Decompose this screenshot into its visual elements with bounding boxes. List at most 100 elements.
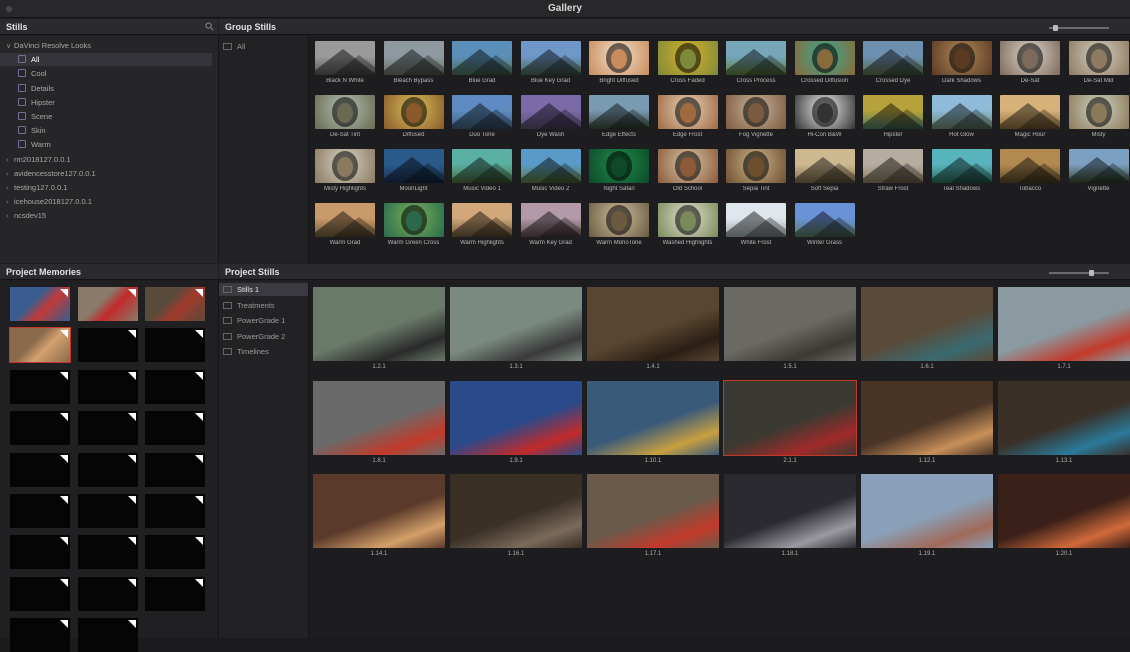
- look-thumbnail[interactable]: Sepia Tint: [724, 149, 788, 197]
- chevron-right-icon[interactable]: ›: [6, 182, 14, 195]
- look-thumbnail[interactable]: Vignette: [1067, 149, 1130, 197]
- look-thumbnail[interactable]: Warm Grad: [313, 203, 377, 251]
- memory-slot[interactable]: [10, 453, 70, 487]
- look-thumbnail[interactable]: Black N White: [313, 41, 377, 89]
- look-thumbnail[interactable]: Straw Frost: [861, 149, 925, 197]
- memory-slot[interactable]: [145, 577, 205, 611]
- tree-item[interactable]: Cool: [0, 67, 212, 80]
- still-thumbnail[interactable]: 1.19.1: [861, 474, 993, 561]
- project-album-item[interactable]: PowerGrade 2: [219, 330, 308, 343]
- memory-slot[interactable]: [10, 328, 70, 362]
- look-thumbnail[interactable]: Duo Tone: [450, 95, 514, 143]
- still-thumbnail[interactable]: 1.5.1: [724, 287, 856, 374]
- look-thumbnail[interactable]: Tobacco: [998, 149, 1062, 197]
- look-thumbnail[interactable]: Warm Key Grad: [519, 203, 583, 251]
- project-stills-zoom-slider[interactable]: [1049, 272, 1109, 274]
- memory-slot[interactable]: [78, 411, 138, 445]
- tree-item[interactable]: ›icehouse2018127.0.0.1: [0, 195, 212, 208]
- tree-item[interactable]: Skin: [0, 124, 212, 137]
- look-thumbnail[interactable]: Misty Highlights: [313, 149, 377, 197]
- tree-item[interactable]: Hipster: [0, 96, 212, 109]
- project-album-item[interactable]: Timelines: [219, 345, 308, 358]
- memory-slot[interactable]: [145, 370, 205, 404]
- look-thumbnail[interactable]: Warm MonoTone: [587, 203, 651, 251]
- look-thumbnail[interactable]: Hot Glow: [930, 95, 994, 143]
- memory-slot[interactable]: [78, 287, 138, 321]
- look-thumbnail[interactable]: Fog Vignette: [724, 95, 788, 143]
- project-album-item[interactable]: PowerGrade 1: [219, 314, 308, 327]
- memory-slot[interactable]: [145, 535, 205, 569]
- tree-item[interactable]: ›rm2018127.0.0.1: [0, 153, 212, 166]
- look-thumbnail[interactable]: Night Safari: [587, 149, 651, 197]
- still-thumbnail[interactable]: 1.9.1: [450, 381, 582, 468]
- chevron-down-icon[interactable]: ∨: [6, 40, 14, 53]
- memory-slot[interactable]: [78, 494, 138, 528]
- look-thumbnail[interactable]: De-Sat Mid: [1067, 41, 1130, 89]
- tree-item[interactable]: ›avidencesstore127.0.0.1: [0, 167, 212, 180]
- look-thumbnail[interactable]: Hipster: [861, 95, 925, 143]
- tree-item[interactable]: Scene: [0, 110, 212, 123]
- chevron-right-icon[interactable]: ›: [6, 196, 14, 209]
- look-thumbnail[interactable]: Bright Diffused: [587, 41, 651, 89]
- group-stills-zoom-slider[interactable]: [1049, 27, 1109, 29]
- memory-slot[interactable]: [10, 577, 70, 611]
- look-thumbnail[interactable]: De-Sat: [998, 41, 1062, 89]
- look-thumbnail[interactable]: Old School: [656, 149, 720, 197]
- look-thumbnail[interactable]: Crossed Diffusion: [793, 41, 857, 89]
- look-thumbnail[interactable]: Edge Effects: [587, 95, 651, 143]
- still-thumbnail[interactable]: 1.6.1: [861, 287, 993, 374]
- look-thumbnail[interactable]: Blue Key Grad: [519, 41, 583, 89]
- memory-slot[interactable]: [145, 287, 205, 321]
- look-thumbnail[interactable]: Bleach Bypass: [382, 41, 446, 89]
- project-album-item[interactable]: Treatments: [219, 299, 308, 312]
- still-thumbnail[interactable]: 1.13.1: [998, 381, 1130, 468]
- look-thumbnail[interactable]: Music Video 1: [450, 149, 514, 197]
- memory-slot[interactable]: [78, 328, 138, 362]
- memory-slot[interactable]: [145, 328, 205, 362]
- project-album-item[interactable]: Stills 1: [219, 283, 308, 296]
- look-thumbnail[interactable]: Soft Sepia: [793, 149, 857, 197]
- look-thumbnail[interactable]: Crossed Dye: [861, 41, 925, 89]
- look-thumbnail[interactable]: Warm Highlights: [450, 203, 514, 251]
- memory-slot[interactable]: [10, 411, 70, 445]
- memory-slot[interactable]: [145, 411, 205, 445]
- memory-slot[interactable]: [10, 494, 70, 528]
- still-thumbnail[interactable]: 1.10.1: [587, 381, 719, 468]
- chevron-right-icon[interactable]: ›: [6, 168, 14, 181]
- look-thumbnail[interactable]: MoonLight: [382, 149, 446, 197]
- still-thumbnail[interactable]: 1.20.1: [998, 474, 1130, 561]
- still-thumbnail[interactable]: 1.7.1: [998, 287, 1130, 374]
- look-thumbnail[interactable]: Magic Hour: [998, 95, 1062, 143]
- look-thumbnail[interactable]: Hi-Con B&W: [793, 95, 857, 143]
- still-thumbnail[interactable]: 1.8.1: [313, 381, 445, 468]
- look-thumbnail[interactable]: Teal Shadows: [930, 149, 994, 197]
- look-thumbnail[interactable]: Dye Wash: [519, 95, 583, 143]
- memory-slot[interactable]: [145, 494, 205, 528]
- look-thumbnail[interactable]: Warm Green Cross: [382, 203, 446, 251]
- memory-slot[interactable]: [10, 535, 70, 569]
- look-thumbnail[interactable]: Diffused: [382, 95, 446, 143]
- look-thumbnail[interactable]: Washed Highlights: [656, 203, 720, 251]
- still-thumbnail[interactable]: 1.4.1: [587, 287, 719, 374]
- look-thumbnail[interactable]: Winter Grass: [793, 203, 857, 251]
- look-thumbnail[interactable]: Cross Faded: [656, 41, 720, 89]
- chevron-right-icon[interactable]: ›: [6, 154, 14, 167]
- still-thumbnail[interactable]: 1.18.1: [724, 474, 856, 561]
- memory-slot[interactable]: [78, 577, 138, 611]
- still-thumbnail[interactable]: 1.16.1: [450, 474, 582, 561]
- tree-item[interactable]: ›ncsdev15: [0, 209, 212, 222]
- memory-slot[interactable]: [10, 287, 70, 321]
- look-thumbnail[interactable]: Music Video 2: [519, 149, 583, 197]
- memory-slot[interactable]: [10, 370, 70, 404]
- memory-slot[interactable]: [10, 618, 70, 652]
- still-thumbnail[interactable]: 1.2.1: [313, 287, 445, 374]
- memory-slot[interactable]: [78, 535, 138, 569]
- memory-slot[interactable]: [78, 453, 138, 487]
- still-thumbnail[interactable]: 2.1.1: [724, 381, 856, 468]
- still-thumbnail[interactable]: 1.17.1: [587, 474, 719, 561]
- still-thumbnail[interactable]: 1.3.1: [450, 287, 582, 374]
- look-thumbnail[interactable]: Cross Process: [724, 41, 788, 89]
- group-album-item[interactable]: All: [219, 40, 308, 53]
- tree-item[interactable]: ›testing127.0.0.1: [0, 181, 212, 194]
- still-thumbnail[interactable]: 1.12.1: [861, 381, 993, 468]
